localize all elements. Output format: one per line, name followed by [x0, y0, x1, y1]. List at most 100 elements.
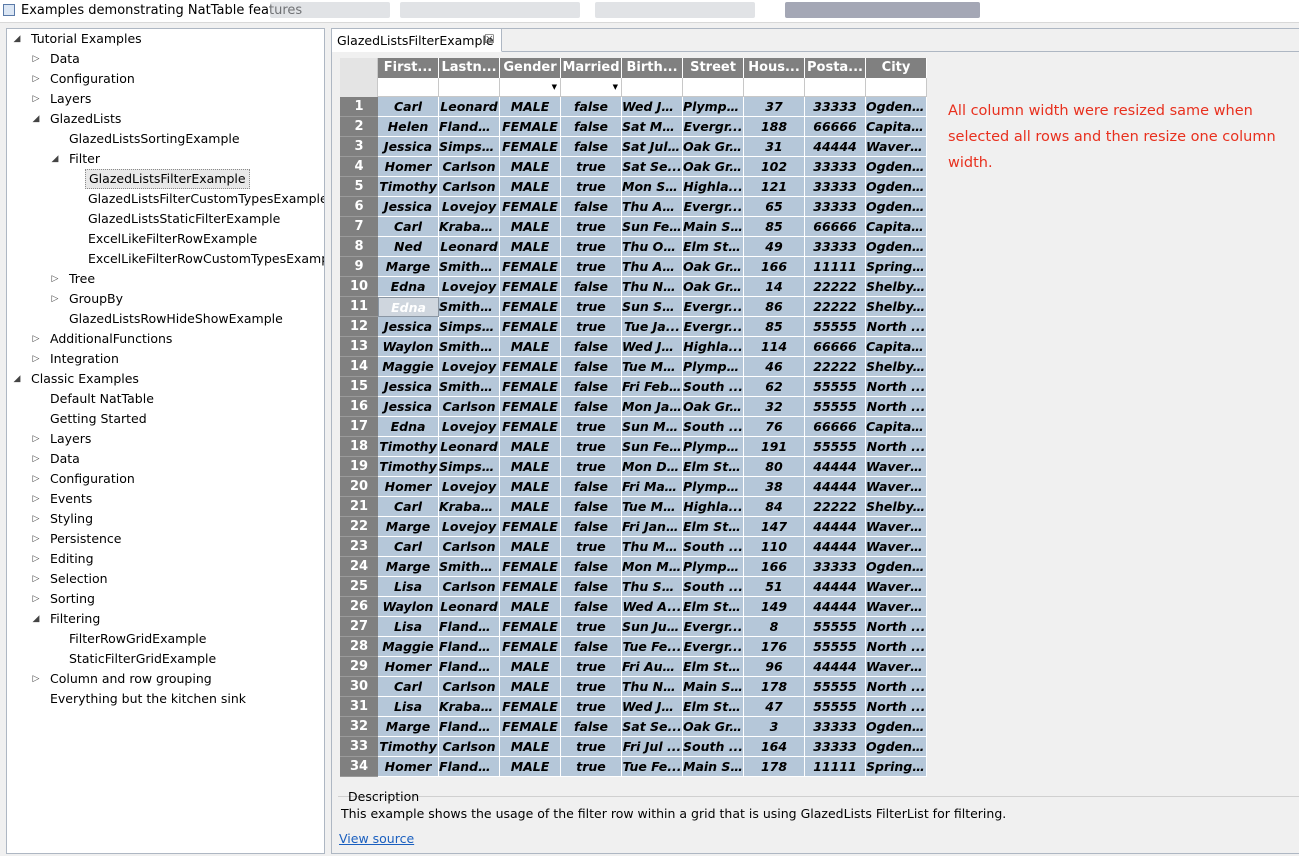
- table-cell[interactable]: Tue Ja...: [622, 317, 683, 337]
- table-cell[interactable]: false: [561, 577, 622, 597]
- row-header[interactable]: 22: [340, 517, 378, 537]
- collapsed-arrow-icon[interactable]: ▷: [30, 349, 42, 369]
- row-header[interactable]: 11: [340, 297, 378, 317]
- table-cell[interactable]: 80: [744, 457, 805, 477]
- table-cell[interactable]: Lisa: [378, 697, 439, 717]
- filter-cell[interactable]: [378, 78, 439, 97]
- tree-item[interactable]: ▷ Configuration: [7, 69, 324, 89]
- table-cell[interactable]: Wed Ju...: [622, 697, 683, 717]
- table-cell[interactable]: Edna: [378, 277, 439, 297]
- tree-item[interactable]: Getting Started: [7, 409, 324, 429]
- table-cell[interactable]: Homer: [378, 657, 439, 677]
- table-cell[interactable]: 44444: [805, 537, 866, 557]
- table-cell[interactable]: false: [561, 597, 622, 617]
- table-cell[interactable]: MALE: [500, 497, 561, 517]
- table-cell[interactable]: MALE: [500, 737, 561, 757]
- table-cell[interactable]: true: [561, 697, 622, 717]
- table-cell[interactable]: Jessica: [378, 397, 439, 417]
- table-cell[interactable]: Sat Se...: [622, 717, 683, 737]
- row-header[interactable]: 28: [340, 637, 378, 657]
- table-cell[interactable]: Carlson: [439, 157, 500, 177]
- table-cell[interactable]: Lisa: [378, 577, 439, 597]
- table-cell[interactable]: MALE: [500, 157, 561, 177]
- table-cell[interactable]: Springf...: [866, 757, 927, 777]
- tree-item[interactable]: ▷ Events: [7, 489, 324, 509]
- table-cell[interactable]: Capital...: [866, 217, 927, 237]
- tree-item[interactable]: ▷ GroupBy: [7, 289, 324, 309]
- table-cell[interactable]: Tue Ma...: [622, 357, 683, 377]
- table-cell[interactable]: MALE: [500, 97, 561, 117]
- table-cell[interactable]: FEMALE: [500, 297, 561, 317]
- table-cell[interactable]: FEMALE: [500, 697, 561, 717]
- tree-item[interactable]: ▷ Tree: [7, 269, 324, 289]
- table-cell[interactable]: Ogden...: [866, 97, 927, 117]
- collapsed-arrow-icon[interactable]: ▷: [30, 89, 42, 109]
- table-cell[interactable]: true: [561, 297, 622, 317]
- table-cell[interactable]: 178: [744, 677, 805, 697]
- table-cell[interactable]: false: [561, 137, 622, 157]
- column-header[interactable]: Birth...: [622, 58, 683, 78]
- table-cell[interactable]: Flanders: [439, 657, 500, 677]
- table-cell[interactable]: Sun Ma...: [622, 417, 683, 437]
- table-cell[interactable]: true: [561, 657, 622, 677]
- row-header[interactable]: 3: [340, 137, 378, 157]
- table-cell[interactable]: Plympt...: [683, 557, 744, 577]
- table-cell[interactable]: 32: [744, 397, 805, 417]
- table-cell[interactable]: 66666: [805, 117, 866, 137]
- column-header[interactable]: Lastn...: [439, 58, 500, 78]
- collapsed-arrow-icon[interactable]: ▷: [30, 469, 42, 489]
- row-header[interactable]: 29: [340, 657, 378, 677]
- tab-glazedlists-filter-example[interactable]: GlazedListsFilterExample ☒: [332, 29, 502, 52]
- table-cell[interactable]: Timothy: [378, 437, 439, 457]
- row-header[interactable]: 24: [340, 557, 378, 577]
- table-cell[interactable]: Elm Str...: [683, 237, 744, 257]
- row-header[interactable]: 32: [340, 717, 378, 737]
- column-header[interactable]: Hous...: [744, 58, 805, 78]
- tree-item[interactable]: Default NatTable: [7, 389, 324, 409]
- row-header[interactable]: 10: [340, 277, 378, 297]
- table-cell[interactable]: South ...: [683, 577, 744, 597]
- table-cell[interactable]: MALE: [500, 457, 561, 477]
- column-header[interactable]: City: [866, 58, 927, 78]
- table-cell[interactable]: 38: [744, 477, 805, 497]
- table-cell[interactable]: Plympt...: [683, 357, 744, 377]
- tree-item[interactable]: ExcelLikeFilterRowCustomTypesExample: [7, 249, 324, 269]
- table-cell[interactable]: Marge: [378, 717, 439, 737]
- table-cell[interactable]: Sun Jul...: [622, 617, 683, 637]
- table-cell[interactable]: Leonard: [439, 597, 500, 617]
- collapsed-arrow-icon[interactable]: ▷: [30, 669, 42, 689]
- table-cell[interactable]: false: [561, 637, 622, 657]
- table-cell[interactable]: Wed Ju...: [622, 97, 683, 117]
- table-cell[interactable]: false: [561, 97, 622, 117]
- table-cell[interactable]: Oak Gr...: [683, 257, 744, 277]
- table-cell[interactable]: Mon Se...: [622, 177, 683, 197]
- table-cell[interactable]: false: [561, 557, 622, 577]
- row-header[interactable]: 4: [340, 157, 378, 177]
- row-header[interactable]: 26: [340, 597, 378, 617]
- table-cell[interactable]: 44444: [805, 657, 866, 677]
- table-cell[interactable]: MALE: [500, 237, 561, 257]
- table-cell[interactable]: Lovejoy: [439, 277, 500, 297]
- table-cell[interactable]: MALE: [500, 657, 561, 677]
- view-source-link[interactable]: View source: [339, 831, 414, 846]
- table-cell[interactable]: MALE: [500, 677, 561, 697]
- table-cell[interactable]: FEMALE: [500, 137, 561, 157]
- table-cell[interactable]: Maggie: [378, 357, 439, 377]
- table-cell[interactable]: Oak Gr...: [683, 397, 744, 417]
- table-cell[interactable]: Krabap...: [439, 497, 500, 517]
- tree-item[interactable]: StaticFilterGridExample: [7, 649, 324, 669]
- collapsed-arrow-icon[interactable]: ▷: [30, 589, 42, 609]
- table-cell[interactable]: 176: [744, 637, 805, 657]
- table-cell[interactable]: 44444: [805, 137, 866, 157]
- table-cell[interactable]: true: [561, 757, 622, 777]
- table-cell[interactable]: Tue Fe...: [622, 637, 683, 657]
- table-cell[interactable]: 51: [744, 577, 805, 597]
- table-cell[interactable]: Flanders: [439, 717, 500, 737]
- row-header[interactable]: 14: [340, 357, 378, 377]
- tree-item[interactable]: ▷ Layers: [7, 429, 324, 449]
- tree-item[interactable]: ▷ AdditionalFunctions: [7, 329, 324, 349]
- table-cell[interactable]: Homer: [378, 757, 439, 777]
- table-cell[interactable]: Marge: [378, 517, 439, 537]
- row-header[interactable]: 7: [340, 217, 378, 237]
- table-cell[interactable]: 55555: [805, 437, 866, 457]
